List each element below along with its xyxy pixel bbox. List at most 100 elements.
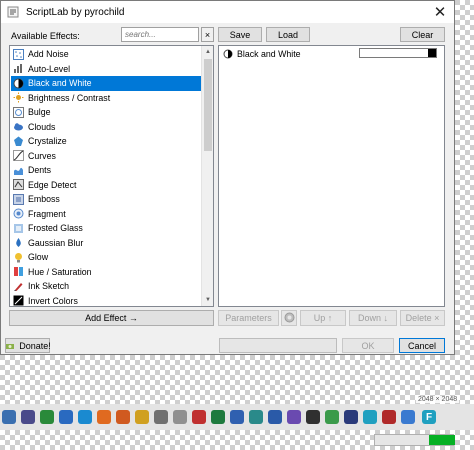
glow-icon [13, 252, 24, 263]
title-bar[interactable]: ScriptLab by pyrochild ✕ [1, 1, 454, 23]
taskbar-icons [2, 410, 420, 424]
effect-label: Dents [28, 165, 51, 176]
file-icon[interactable] [2, 410, 16, 424]
word-icon[interactable] [268, 410, 282, 424]
hue-saturation-icon [13, 266, 24, 277]
effect-item-dents[interactable]: Dents [11, 163, 201, 178]
effect-label: Brightness / Contrast [28, 92, 111, 103]
app-red2-icon[interactable] [382, 410, 396, 424]
firefox-icon[interactable] [97, 410, 111, 424]
effect-item-gaussian-blur[interactable]: Gaussian Blur [11, 236, 201, 251]
app-purple-icon[interactable] [287, 410, 301, 424]
app-red-icon[interactable] [192, 410, 206, 424]
fragment-icon [13, 208, 24, 219]
effect-label: Invert Colors [28, 295, 78, 306]
gaussian-blur-icon [13, 237, 24, 248]
excel-icon[interactable] [211, 410, 225, 424]
canvas-size-text: 2048 × 2048 [418, 396, 458, 403]
curves-icon [13, 150, 24, 162]
effect-item-add-noise[interactable]: Add Noise [11, 47, 201, 62]
close-icon[interactable]: ✕ [434, 3, 447, 21]
app-green-icon[interactable] [325, 410, 339, 424]
effect-item-edge-detect[interactable]: Edge Detect [11, 178, 201, 193]
move-down-button[interactable]: Down ↓ [349, 310, 397, 326]
effect-item-ink-sketch[interactable]: Ink Sketch [11, 279, 201, 294]
effect-search-input[interactable] [121, 27, 199, 42]
effect-item-bulge[interactable]: Bulge [11, 105, 201, 120]
effect-item-clouds[interactable]: Clouds [11, 120, 201, 135]
app-blue-icon[interactable] [230, 410, 244, 424]
close-window-button[interactable]: ✕ [426, 1, 454, 23]
effect-item-auto-level[interactable]: Auto-Level [11, 62, 201, 77]
edge-icon[interactable] [78, 410, 92, 424]
move-up-button[interactable]: Up ↑ [300, 310, 346, 326]
ink-sketch-icon [13, 281, 24, 292]
chain-item-black-and-white[interactable]: Black and White [220, 47, 443, 61]
effect-label: Bulge [28, 107, 51, 118]
crystalize-icon [13, 136, 24, 147]
load-button[interactable]: Load [266, 27, 310, 42]
image-icon[interactable] [40, 410, 54, 424]
circle-icon [284, 312, 295, 325]
effect-item-glow[interactable]: Glow [11, 250, 201, 265]
scriptlab-dialog: ScriptLab by pyrochild ✕ Available Effec… [0, 0, 455, 355]
brightness-icon [13, 92, 24, 103]
save-button[interactable]: Save [218, 27, 262, 42]
app-cyan-icon[interactable] [363, 410, 377, 424]
pinned-app-icon[interactable]: F [422, 410, 436, 424]
effects-list-scrollbar[interactable]: ▲ ▼ [201, 46, 213, 306]
app-navy-icon[interactable] [344, 410, 358, 424]
effect-item-brightness-contrast[interactable]: Brightness / Contrast [11, 91, 201, 106]
effect-label: Glow [28, 252, 49, 263]
effect-chain-list[interactable]: Black and White [218, 45, 445, 307]
color-picker-button[interactable] [281, 310, 297, 326]
scriptlab-app-icon [6, 5, 20, 19]
status-progress-bar [374, 434, 455, 446]
effect-item-invert-colors[interactable]: Invert Colors [11, 294, 201, 307]
effect-label: Frosted Glass [28, 223, 83, 234]
clear-search-button[interactable]: × [201, 27, 214, 42]
app-gray-icon[interactable] [173, 410, 187, 424]
cancel-button[interactable]: Cancel [399, 338, 445, 353]
scroll-up-icon[interactable]: ▲ [202, 46, 213, 58]
noise-icon [13, 48, 24, 60]
effect-label: Crystalize [28, 136, 67, 147]
pinned-app-letter: F [425, 411, 433, 423]
dents-icon [13, 165, 24, 176]
chrome-icon[interactable] [135, 410, 149, 424]
clear-search-icon: × [204, 29, 211, 40]
effect-item-hue-saturation[interactable]: Hue / Saturation [11, 265, 201, 280]
add-effect-button[interactable]: Add Effect → [9, 310, 214, 326]
effect-label: Curves [28, 150, 56, 161]
invert-colors-icon [13, 295, 24, 306]
ok-button[interactable]: OK [342, 338, 394, 353]
donate-button[interactable]: Donate! [5, 338, 51, 353]
effect-label: Add Noise [28, 49, 69, 60]
available-effects-label: Available Effects: [11, 31, 80, 41]
effect-item-fragment[interactable]: Fragment [11, 207, 201, 222]
effect-item-emboss[interactable]: Emboss [11, 192, 201, 207]
taskbar: F [0, 404, 474, 430]
delete-button[interactable]: Delete × [400, 310, 445, 326]
app-dark-icon[interactable] [306, 410, 320, 424]
effects-list[interactable]: Add Noise Auto-Level Black and White Bright… [9, 45, 214, 307]
effect-item-frosted-glass[interactable]: Frosted Glass [11, 221, 201, 236]
progress-swatch [359, 48, 437, 58]
clear-button[interactable]: Clear [400, 27, 445, 42]
parameters-button[interactable]: Parameters [218, 310, 279, 326]
donate-label: Donate! [19, 340, 51, 351]
app-teal-icon[interactable] [249, 410, 263, 424]
effect-item-black-and-white[interactable]: Black and White [11, 76, 201, 91]
chat-icon[interactable] [21, 410, 35, 424]
chain-item-label: Black and White [237, 49, 301, 59]
settings-icon[interactable] [154, 410, 168, 424]
app-orange-icon[interactable] [116, 410, 130, 424]
auto-level-icon [13, 63, 24, 74]
scroll-down-icon[interactable]: ▼ [202, 294, 213, 306]
effect-label: Gaussian Blur [28, 237, 84, 248]
mail-icon[interactable] [59, 410, 73, 424]
scrollbar-thumb[interactable] [204, 59, 212, 151]
effect-item-crystalize[interactable]: Crystalize [11, 134, 201, 149]
app-blue2-icon[interactable] [401, 410, 415, 424]
effect-item-curves[interactable]: Curves [11, 149, 201, 164]
